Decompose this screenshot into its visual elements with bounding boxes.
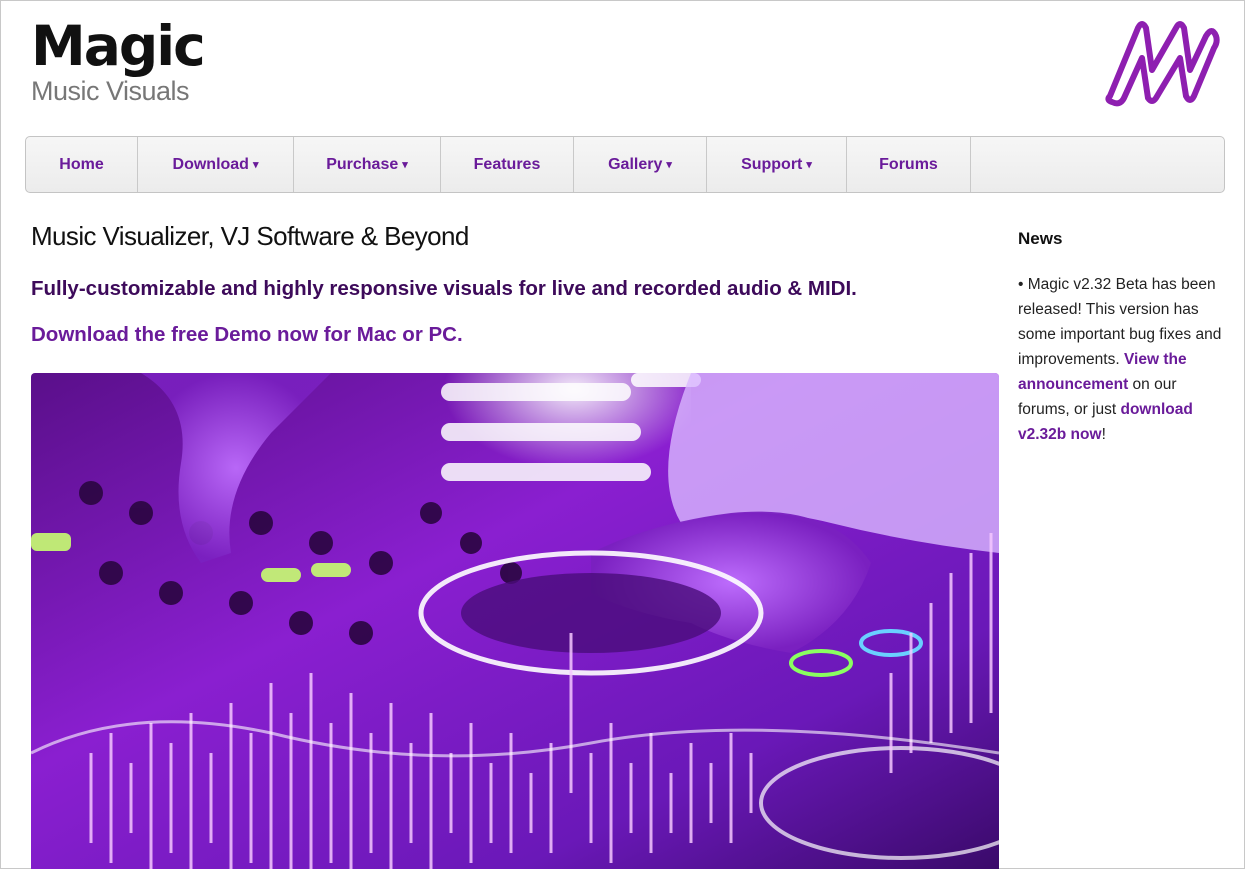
nav-gallery[interactable]: Gallery ▾: [574, 137, 707, 192]
nav-forums-label: Forums: [879, 155, 938, 173]
news-title: News: [1018, 229, 1063, 248]
news-text-1: • Magic v2.32 Beta has been released! Th…: [1018, 276, 1222, 368]
nav-home[interactable]: Home: [26, 137, 138, 192]
tagline: Fully-customizable and highly responsive…: [31, 277, 857, 300]
nav-download-label: Download: [172, 155, 249, 173]
brand[interactable]: Magic Music Visuals: [31, 14, 206, 106]
news-text-3: !: [1101, 426, 1106, 443]
download-demo-link[interactable]: Download the free Demo now for Mac or PC…: [31, 323, 463, 347]
page-headline: Music Visualizer, VJ Software & Beyond: [31, 221, 469, 251]
hero-dj-image: [31, 373, 999, 869]
nav-features[interactable]: Features: [441, 137, 574, 192]
chevron-down-icon: ▾: [666, 159, 672, 171]
brand-title: Magic: [31, 14, 206, 78]
news-item: • Magic v2.32 Beta has been released! Th…: [1018, 272, 1228, 447]
chevron-down-icon: ▾: [402, 159, 408, 171]
magic-m-logo-icon[interactable]: [1102, 18, 1222, 110]
chevron-down-icon: ▾: [806, 159, 812, 171]
nav-purchase-label: Purchase: [326, 155, 399, 173]
nav-support-label: Support: [741, 155, 803, 173]
nav-gallery-label: Gallery: [608, 155, 663, 173]
nav-features-label: Features: [473, 155, 541, 173]
main-nav: Home Download ▾ Purchase ▾ Features Gall…: [25, 136, 1225, 193]
nav-purchase[interactable]: Purchase ▾: [294, 137, 441, 192]
nav-download[interactable]: Download ▾: [138, 137, 294, 192]
nav-support[interactable]: Support ▾: [707, 137, 847, 192]
chevron-down-icon: ▾: [252, 159, 259, 171]
nav-home-label: Home: [59, 155, 104, 173]
nav-forums[interactable]: Forums: [847, 137, 971, 192]
brand-subtitle: Music Visuals: [31, 76, 190, 106]
